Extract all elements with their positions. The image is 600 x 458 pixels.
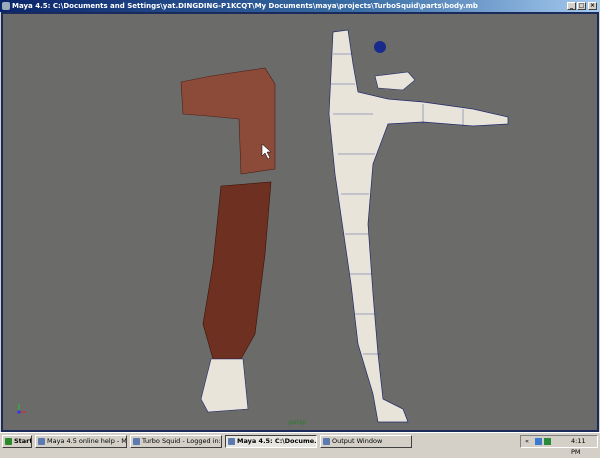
start-button[interactable]: Start — [2, 435, 32, 448]
close-button[interactable]: × — [588, 2, 597, 10]
maya-icon — [228, 438, 235, 445]
taskbar-item-output-window[interactable]: Output Window — [320, 435, 412, 448]
window-title: Maya 4.5: C:\Documents and Settings\yat.… — [12, 2, 478, 10]
hand-mesh — [374, 71, 416, 91]
help-icon — [38, 438, 45, 445]
taskbar-item-turbo-squid[interactable]: Turbo Squid - Logged in:... — [130, 435, 222, 448]
browser-icon — [133, 438, 140, 445]
taskbar-item-label: Output Window — [332, 437, 383, 445]
taskbar-item-maya-help[interactable]: Maya 4.5 online help - Mi... — [35, 435, 127, 448]
body-mesh — [328, 29, 509, 423]
network-icon[interactable] — [535, 438, 542, 445]
minimize-button[interactable]: _ — [567, 2, 576, 10]
tray-app-icon[interactable] — [544, 438, 551, 445]
taskbar: Start Maya 4.5 online help - Mi... Turbo… — [0, 432, 600, 456]
taskbar-item-label: Turbo Squid - Logged in:... — [142, 437, 222, 445]
maximize-button[interactable]: □ — [577, 2, 586, 10]
maya-app-icon — [2, 2, 10, 10]
taskbar-item-label: Maya 4.5: C:\Docume... — [237, 437, 317, 445]
left-foot-mesh — [200, 358, 249, 413]
clock[interactable]: 4:11 PM — [571, 436, 597, 458]
perspective-viewport[interactable]: persp — [1, 12, 599, 432]
camera-label: persp — [289, 419, 306, 426]
tray-expand-button[interactable]: « — [525, 436, 529, 447]
taskbar-item-maya[interactable]: Maya 4.5: C:\Docume... — [225, 435, 317, 448]
maya-icon — [323, 438, 330, 445]
shirt-mesh — [180, 67, 276, 175]
eye-mesh — [374, 41, 386, 53]
windows-logo-icon — [5, 438, 12, 445]
start-label: Start — [14, 437, 32, 445]
system-tray: « 4:11 PM — [520, 435, 598, 456]
taskbar-item-label: Maya 4.5 online help - Mi... — [47, 437, 127, 445]
axis-indicator-icon — [17, 404, 26, 414]
pants-mesh — [202, 181, 272, 360]
title-bar: Maya 4.5: C:\Documents and Settings\yat.… — [0, 0, 600, 12]
character-model — [180, 29, 509, 423]
scene-canvas[interactable]: persp — [3, 14, 597, 430]
